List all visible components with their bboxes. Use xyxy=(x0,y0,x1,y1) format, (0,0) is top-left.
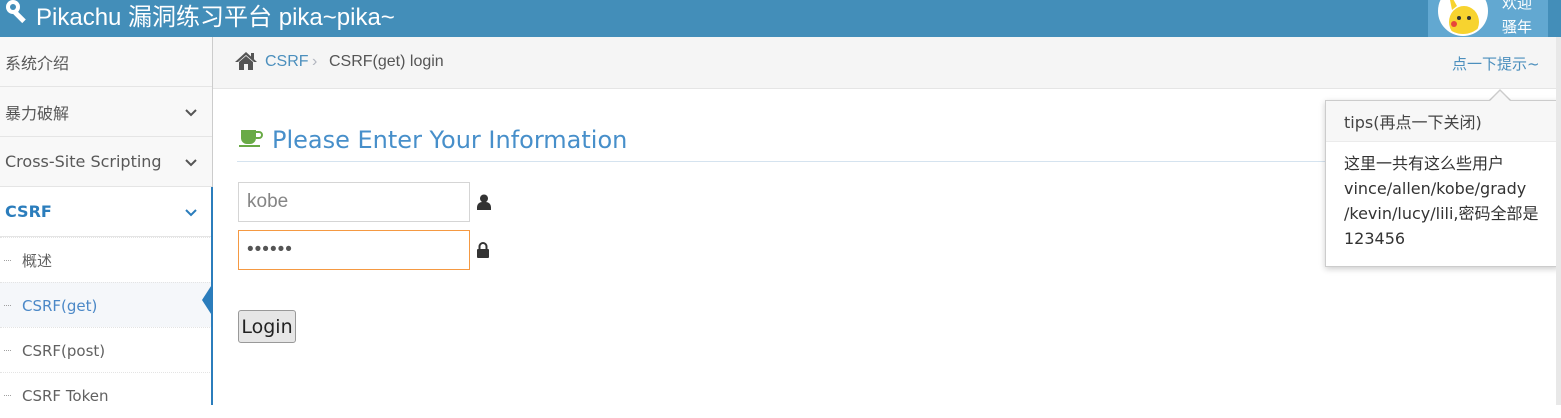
user-icon xyxy=(477,194,491,215)
popover-line: /kevin/lucy/lili,密码全部是 xyxy=(1344,204,1539,223)
home-icon[interactable] xyxy=(234,51,258,76)
popover-line: 123456 xyxy=(1344,229,1406,248)
welcome-line2: 骚年 xyxy=(1502,18,1533,36)
tips-popover[interactable]: tips(再点一下关闭) 这里一共有这么些用户 vince/allen/kobe… xyxy=(1325,100,1559,267)
sidebar-item-label: Cross-Site Scripting xyxy=(5,152,162,171)
scrollbar-edge xyxy=(1556,37,1561,405)
login-button[interactable]: Login xyxy=(238,310,296,343)
sidebar-subitem-label: 概述 xyxy=(22,252,53,270)
sidebar-subitem-label: CSRF(post) xyxy=(22,341,106,360)
breadcrumb-current: CSRF(get) login xyxy=(329,53,444,70)
user-menu[interactable]: 欢迎 骚年 xyxy=(1428,0,1548,37)
title-divider xyxy=(237,161,1325,162)
sidebar-item-xss[interactable]: Cross-Site Scripting xyxy=(0,137,212,187)
popover-line: 这里一共有这么些用户 xyxy=(1344,154,1505,173)
breadcrumb-separator: › xyxy=(312,53,318,70)
wrench-icon xyxy=(4,0,36,31)
sidebar-subitem-label: CSRF Token xyxy=(22,386,109,405)
sidebar-item-brute-force[interactable]: 暴力破解 xyxy=(0,87,212,137)
sidebar-item-csrf[interactable]: CSRF xyxy=(0,187,212,237)
chevron-down-icon xyxy=(184,153,198,172)
username-input[interactable] xyxy=(238,182,470,222)
sidebar: 系统介绍 暴力破解 Cross-Site Scripting CSRF 概述 C… xyxy=(0,37,213,418)
form-title-text: Please Enter Your Information xyxy=(272,126,628,154)
avatar xyxy=(1438,0,1488,36)
breadcrumb-csrf-link[interactable]: CSRF xyxy=(265,53,309,71)
sidebar-subitem-overview[interactable]: 概述 xyxy=(0,237,212,283)
popover-line: vince/allen/kobe/grady xyxy=(1344,179,1527,198)
popover-title: tips(再点一下关闭) xyxy=(1326,101,1558,142)
active-indicator-arrow xyxy=(202,283,213,317)
coffee-cup-icon xyxy=(238,126,264,154)
sidebar-subitem-label: CSRF(get) xyxy=(22,296,98,315)
password-input[interactable] xyxy=(238,230,470,270)
chevron-down-icon xyxy=(184,203,198,222)
sidebar-subitem-csrf-post[interactable]: CSRF(post) xyxy=(0,327,212,373)
chevron-down-icon xyxy=(184,103,198,122)
welcome-line1: 欢迎 xyxy=(1502,0,1533,12)
sidebar-item-intro[interactable]: 系统介绍 xyxy=(0,37,212,87)
tips-link[interactable]: 点一下提示~ xyxy=(1452,53,1540,74)
form-title: Please Enter Your Information xyxy=(238,126,627,154)
top-navbar: Pikachu 漏洞练习平台 pika~pika~ 欢迎 骚年 xyxy=(0,0,1561,37)
sidebar-item-label: CSRF xyxy=(5,202,52,221)
brand[interactable]: Pikachu 漏洞练习平台 pika~pika~ xyxy=(4,0,395,34)
welcome-text: 欢迎 骚年 xyxy=(1502,0,1532,39)
sidebar-item-label: 系统介绍 xyxy=(5,53,70,73)
sidebar-subitem-csrf-get[interactable]: CSRF(get) xyxy=(0,282,212,328)
breadcrumb: CSRF › CSRF(get) login 点一下提示~ xyxy=(213,37,1561,89)
sidebar-item-label: 暴力破解 xyxy=(5,103,70,123)
lock-icon xyxy=(477,242,489,263)
brand-title: Pikachu 漏洞练习平台 pika~pika~ xyxy=(36,3,395,31)
popover-body: 这里一共有这么些用户 vince/allen/kobe/grady /kevin… xyxy=(1344,151,1549,251)
popover-arrow-inner xyxy=(1490,91,1510,101)
sidebar-subitem-csrf-token[interactable]: CSRF Token xyxy=(0,372,212,418)
